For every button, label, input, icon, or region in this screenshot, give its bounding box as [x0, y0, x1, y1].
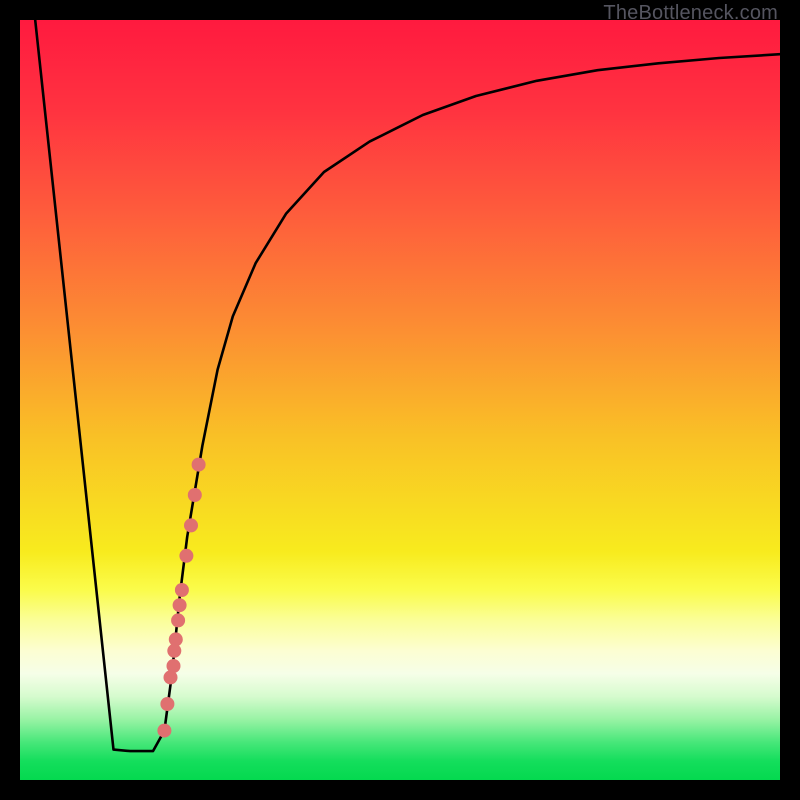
- bottleneck-chart: [20, 20, 780, 780]
- dot: [179, 549, 193, 563]
- dot: [184, 518, 198, 532]
- gradient-background: [20, 20, 780, 780]
- dot: [169, 632, 183, 646]
- dot: [157, 724, 171, 738]
- dot: [160, 697, 174, 711]
- watermark-text: TheBottleneck.com: [603, 2, 778, 25]
- chart-container: TheBottleneck.com: [0, 0, 800, 800]
- dot: [167, 659, 181, 673]
- dot: [188, 488, 202, 502]
- dot: [173, 598, 187, 612]
- dot: [171, 613, 185, 627]
- dot: [175, 583, 189, 597]
- dot: [192, 458, 206, 472]
